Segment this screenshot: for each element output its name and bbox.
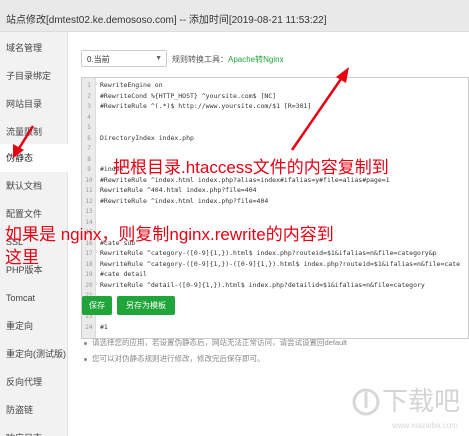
sidebar-item-domain[interactable]: 域名管理 [0, 34, 68, 62]
line-number: 11 [85, 187, 93, 194]
annotation-nginx: 如果是 nginx，则复制nginx.rewrite的内容到 [5, 225, 334, 244]
line-number: 1 [87, 82, 91, 89]
code-line: DirectoryIndex index.php [100, 133, 194, 142]
sidebar-item-subdir[interactable]: 子目录绑定 [0, 62, 68, 90]
watermark-logo: 下载吧 www.xiazaiba.com [352, 386, 460, 430]
save-button[interactable]: 保存 [82, 296, 112, 315]
note-text: 您可以对伪静态规则进行修改，修改完后保存即可。 [92, 354, 265, 363]
note-item: 您可以对伪静态规则进行修改，修改完后保存即可。 [84, 353, 265, 364]
code-line: #RewriteRule ^index.html index.php?file=… [100, 196, 269, 205]
sidebar-item-tomcat[interactable]: Tomcat [0, 284, 68, 312]
sidebar-item-default-doc[interactable]: 默认文档 [0, 172, 68, 200]
watermark-url: www.xiazaiba.com [391, 421, 458, 430]
sidebar-item-redirect-beta[interactable]: 重定向(测试版) [0, 340, 68, 368]
code-line: #RewriteCond %{HTTP_HOST} ^yoursite.com$… [100, 91, 277, 100]
code-line: RewriteEngine on [100, 81, 163, 89]
annotation-htaccess: 把根目录.htaccess文件的内容复制到 [113, 158, 389, 177]
select-value: 0.当前 [87, 55, 110, 64]
chevron-down-icon: ▼ [155, 55, 162, 62]
line-number: 7 [87, 145, 91, 152]
line-number: 3 [87, 103, 91, 110]
rule-convert-text: 规则转换工具： [172, 55, 228, 64]
sidebar-item-proxy[interactable]: 反向代理 [0, 368, 68, 396]
code-line: RewriteRule ^detail-([0-9]{1,}).html$ in… [100, 280, 425, 289]
bullet-icon [84, 341, 87, 345]
code-line: #cate detail [100, 270, 147, 278]
sidebar-item-traffic[interactable]: 流量限制 [0, 118, 68, 146]
line-number: 12 [85, 197, 93, 205]
code-line: RewriteRule ^404.html index.php?file=404 [100, 186, 257, 194]
note-item: 请选择您的应用，若设置伪静态后，网站无法正常访问，请尝试设置回default [84, 337, 347, 348]
annotation-here: 这里 [5, 248, 39, 267]
bullet-icon [84, 357, 87, 361]
sidebar-item-rewrite[interactable]: 伪静态 [0, 144, 69, 172]
line-number: 20 [85, 281, 93, 289]
rewrite-template-select[interactable]: 0.当前 ▼ [81, 50, 167, 67]
line-number: 8 [87, 155, 91, 163]
line-number: 2 [87, 92, 91, 100]
line-number: 17 [85, 250, 93, 257]
sidebar-item-logs[interactable]: 响应日志 [0, 424, 68, 436]
sidebar-item-redirect[interactable]: 重定向 [0, 312, 68, 340]
code-line: RewriteRule ^category-([0-9]{1,})-([0-9]… [100, 259, 461, 268]
line-number: 6 [87, 134, 91, 142]
code-line: #RewriteRule ^(.*)$ http://www.yoursite.… [100, 102, 312, 110]
line-number: 18 [85, 260, 93, 268]
line-number: 10 [85, 176, 93, 184]
line-number: 9 [87, 166, 91, 173]
rule-convert-label: 规则转换工具：Apache转Nginx [172, 54, 284, 65]
line-number: 4 [87, 113, 91, 121]
save-as-template-button[interactable]: 另存为模板 [117, 296, 175, 315]
window-titlebar: 站点修改[dmtest02.ke.demososo.com] -- 添加时间[2… [0, 0, 469, 32]
code-line: RewriteRule ^category-([0-9]{1,}).html$ … [100, 249, 437, 257]
apache-to-nginx-link[interactable]: Apache转Nginx [228, 55, 284, 64]
sidebar-item-site-dir[interactable]: 网站目录 [0, 90, 68, 118]
watermark-text: 下载吧 [382, 386, 460, 416]
line-number: 5 [87, 124, 91, 131]
line-number: 19 [85, 271, 93, 278]
window-title: 站点修改[dmtest02.ke.demososo.com] -- 添加时间[2… [6, 15, 327, 26]
code-line: #1 [100, 322, 108, 331]
note-text: 请选择您的应用，若设置伪静态后，网站无法正常访问，请尝试设置回default [92, 338, 348, 347]
line-number: 24 [85, 323, 93, 331]
line-number: 13 [85, 208, 93, 215]
sidebar-item-hotlink[interactable]: 防盗链 [0, 396, 68, 424]
